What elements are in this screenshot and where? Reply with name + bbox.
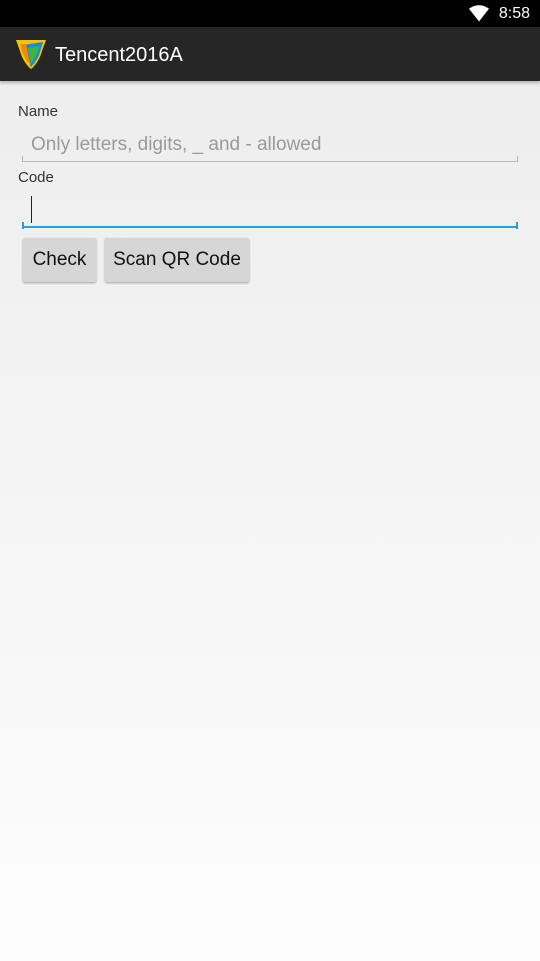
check-button[interactable]: Check [23, 238, 96, 282]
code-input[interactable] [22, 194, 518, 228]
wifi-icon [469, 5, 489, 22]
code-label: Code [18, 169, 54, 186]
action-bar: Tencent2016A [0, 27, 540, 81]
status-bar: 8:58 [0, 0, 540, 27]
name-label: Name [18, 103, 59, 120]
app-title: Tencent2016A [55, 44, 183, 66]
status-time: 8:58 [498, 5, 530, 22]
tencent-logo-icon [16, 40, 46, 69]
name-input[interactable] [22, 128, 518, 162]
text-cursor [31, 196, 32, 223]
scan-qr-code-button[interactable]: Scan QR Code [105, 238, 249, 282]
